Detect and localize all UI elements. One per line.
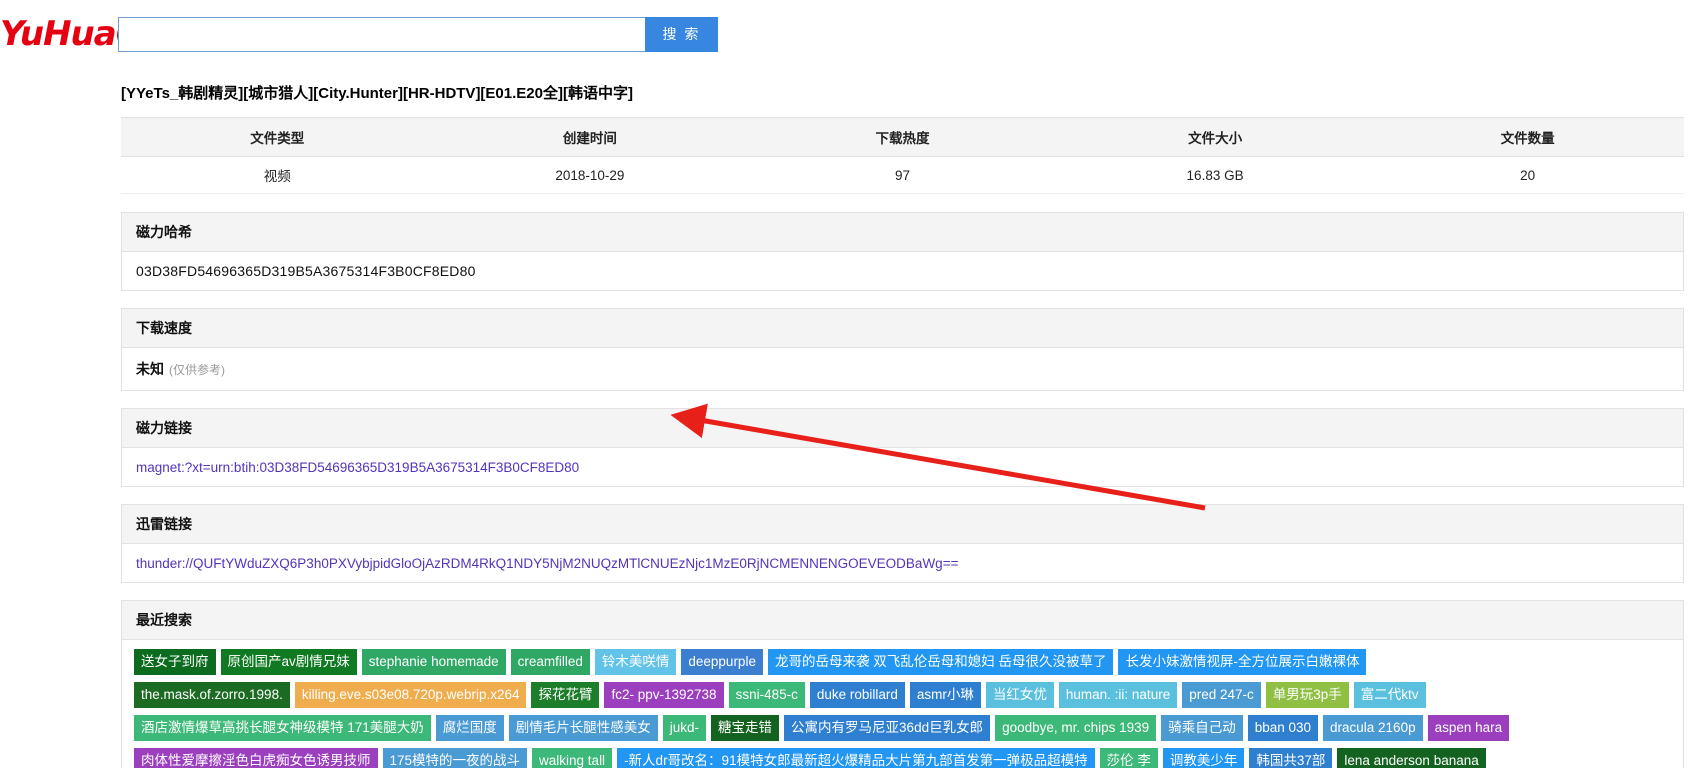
recent-search-tag[interactable]: 当红女优 — [985, 682, 1054, 708]
recent-search-tag[interactable]: 175模特的一夜的战斗 — [382, 748, 528, 768]
panel-body-download-speed: 未知 (仅供参考) — [122, 348, 1683, 390]
panel-title-recent-searches: 最近搜索 — [122, 601, 1683, 640]
recent-search-tag[interactable]: 酒店激情爆草高挑长腿女神级模特 171美腿大奶 — [134, 715, 431, 741]
file-info-table: 文件类型 创建时间 下载热度 文件大小 文件数量 视频 2018-10-29 9… — [121, 117, 1684, 194]
recent-search-tag[interactable]: lena anderson banana — [1337, 748, 1486, 768]
page-root: YuHuaGe 搜 索 [YYeTs_韩剧精灵][城市猎人][City.Hunt… — [0, 0, 1708, 768]
panel-download-speed: 下载速度 未知 (仅供参考) — [121, 308, 1684, 391]
panel-title-magnet-link: 磁力链接 — [122, 409, 1683, 448]
recent-search-tag[interactable]: 莎伦 李 — [1099, 748, 1158, 768]
recent-search-tag[interactable]: 腐烂国度 — [435, 715, 504, 741]
file-title: [YYeTs_韩剧精灵][城市猎人][City.Hunter][HR-HDTV]… — [121, 85, 633, 102]
col-header-filetype: 文件类型 — [121, 117, 434, 157]
main-content: [YYeTs_韩剧精灵][城市猎人][City.Hunter][HR-HDTV]… — [0, 82, 1708, 768]
recent-search-tag[interactable]: 剧情毛片长腿性感美女 — [508, 715, 658, 741]
panel-magnet-hash: 磁力哈希 03D38FD54696365D319B5A3675314F3B0CF… — [121, 212, 1684, 291]
cell-count: 20 — [1371, 156, 1684, 194]
panel-body-magnet-link: magnet:?xt=urn:btih:03D38FD54696365D319B… — [122, 448, 1683, 486]
cell-filetype: 视频 — [121, 156, 434, 194]
tag-row: 送女子到府 原创国产av剧情兄妹 stephanie homemade creamfi… — [134, 649, 1671, 682]
panel-body-thunder-link: thunder://QUFtYWduZXQ6P3h0PXVybjpidGloOj… — [122, 544, 1683, 582]
recent-search-tag[interactable]: walking tall — [532, 748, 613, 768]
recent-search-tag[interactable]: aspen hara — [1427, 715, 1510, 741]
recent-search-tag[interactable]: 铃木美咲情 — [594, 649, 677, 675]
recent-search-tag[interactable]: asmr小琳 — [909, 682, 981, 708]
recent-search-tag[interactable]: duke robillard — [809, 682, 905, 708]
thunder-link[interactable]: thunder://QUFtYWduZXQ6P3h0PXVybjpidGloOj… — [136, 556, 958, 571]
recent-search-tag[interactable]: ssni-485-c — [728, 682, 805, 708]
recent-search-tag[interactable]: 肉体性爱摩擦淫色白虎痴女色诱男技师 — [134, 748, 378, 768]
recent-search-tag[interactable]: -新人dr哥改名：91模特女郎最新超火爆精品大片第九部首发第一弹极品超模特 — [617, 748, 1095, 768]
recent-search-tag[interactable]: 韩国共37部 — [1249, 748, 1333, 768]
col-header-created: 创建时间 — [433, 117, 747, 157]
table-row: 视频 2018-10-29 97 16.83 GB 20 — [121, 156, 1684, 194]
recent-search-tag[interactable]: creamfilled — [510, 649, 590, 675]
panel-title-thunder-link: 迅雷链接 — [122, 505, 1683, 544]
col-header-size: 文件大小 — [1058, 117, 1372, 157]
panel-title-download-speed: 下载速度 — [122, 309, 1683, 348]
panel-thunder-link: 迅雷链接 thunder://QUFtYWduZXQ6P3h0PXVybjpid… — [121, 504, 1684, 583]
site-logo[interactable]: YuHuaGe — [0, 17, 166, 51]
search-button[interactable]: 搜 索 — [645, 16, 718, 52]
col-header-count: 文件数量 — [1371, 117, 1684, 157]
cell-heat: 97 — [746, 156, 1059, 194]
recent-search-tag[interactable]: the.mask.of.zorro.1998. — [134, 682, 290, 708]
magnet-hash-value[interactable]: 03D38FD54696365D319B5A3675314F3B0CF8ED80 — [136, 263, 476, 279]
cell-created: 2018-10-29 — [433, 156, 747, 194]
panel-magnet-link: 磁力链接 magnet:?xt=urn:btih:03D38FD54696365… — [121, 408, 1684, 487]
recent-search-tag[interactable]: 龙哥的岳母来袭 双飞乱伦岳母和媳妇 岳母很久没被草了 — [767, 649, 1114, 675]
download-speed-value: 未知 — [136, 361, 164, 377]
recent-search-tag[interactable]: 送女子到府 — [134, 649, 216, 675]
recent-search-tag[interactable]: pred 247-c — [1182, 682, 1261, 708]
recent-search-tag[interactable]: 公寓内有罗马尼亚36dd巨乳女郎 — [784, 715, 991, 741]
recent-search-tag[interactable]: 骑乘自己动 — [1161, 715, 1243, 741]
panel-recent-searches: 最近搜索 送女子到府 原创国产av剧情兄妹 stephanie homemade cr… — [121, 600, 1684, 768]
col-header-heat: 下载热度 — [746, 117, 1059, 157]
cell-size: 16.83 GB — [1058, 156, 1372, 194]
recent-search-tag[interactable]: deeppurple — [681, 649, 763, 675]
recent-search-tag-cloud: 送女子到府 原创国产av剧情兄妹 stephanie homemade creamfi… — [122, 640, 1683, 768]
recent-search-tag[interactable]: goodbye, mr. chips 1939 — [995, 715, 1157, 741]
recent-search-tag[interactable]: fc2- ppv-1392738 — [604, 682, 724, 708]
tag-row: 肉体性爱摩擦淫色白虎痴女色诱男技师 175模特的一夜的战斗 walking tall… — [134, 748, 1671, 768]
panel-title-magnet-hash: 磁力哈希 — [122, 213, 1683, 252]
search-bar: 搜 索 — [118, 16, 718, 52]
recent-search-tag[interactable]: killing.eve.s03e08.720p.webrip.x264 — [294, 682, 527, 708]
download-speed-note: (仅供参考) — [169, 363, 225, 377]
recent-search-tag[interactable]: 长发小妹激情视屏-全方位展示白嫩裸体 — [1118, 649, 1367, 675]
site-header: YuHuaGe 搜 索 — [0, 0, 1708, 68]
recent-search-tag[interactable]: human. :ii: nature — [1058, 682, 1178, 708]
tag-row: the.mask.of.zorro.1998. killing.eve.s03e0… — [134, 682, 1671, 715]
recent-search-tag[interactable]: jukd- — [662, 715, 707, 741]
table-header-row: 文件类型 创建时间 下载热度 文件大小 文件数量 — [121, 117, 1684, 157]
search-input[interactable] — [118, 16, 645, 52]
tag-row: 酒店激情爆草高挑长腿女神级模特 171美腿大奶 腐烂国度 剧情毛片长腿性感美女 juk… — [134, 715, 1671, 748]
recent-search-tag[interactable]: 调教美少年 — [1162, 748, 1245, 768]
recent-search-tag[interactable]: 糖宝走错 — [711, 715, 780, 741]
recent-search-tag[interactable]: bban 030 — [1247, 715, 1319, 741]
recent-search-tag[interactable]: stephanie homemade — [361, 649, 506, 675]
recent-search-tag[interactable]: dracula 2160p — [1323, 715, 1423, 741]
recent-search-tag[interactable]: 探花花臂 — [531, 682, 600, 708]
recent-search-tag[interactable]: 原创国产av剧情兄妹 — [220, 649, 357, 675]
recent-search-tag[interactable]: 单男玩3p手 — [1265, 682, 1349, 708]
panel-body-magnet-hash: 03D38FD54696365D319B5A3675314F3B0CF8ED80 — [122, 252, 1683, 290]
recent-search-tag[interactable]: 富二代ktv — [1353, 682, 1426, 708]
magnet-link[interactable]: magnet:?xt=urn:btih:03D38FD54696365D319B… — [136, 460, 579, 475]
